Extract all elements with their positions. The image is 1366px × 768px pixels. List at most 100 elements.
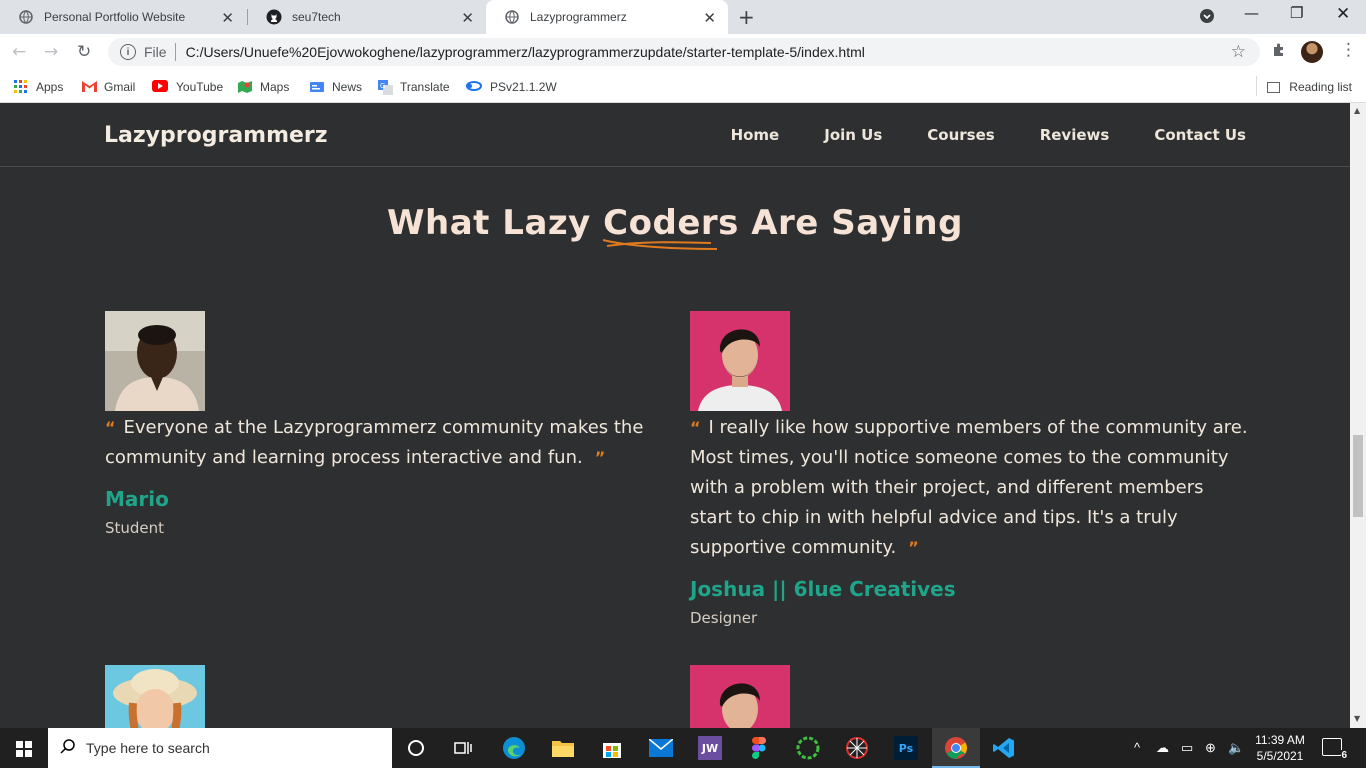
address-bar[interactable]: i File C:/Users/Unuefe%20Ejovwokoghene/l… bbox=[108, 38, 1260, 66]
scheme-label: File bbox=[144, 44, 167, 60]
tray-expand-icon[interactable]: ^ bbox=[1134, 740, 1140, 755]
site-navbar: Lazyprogrammerz Home Join Us Courses Rev… bbox=[0, 103, 1350, 167]
open-quote-icon: “ bbox=[105, 418, 116, 437]
bookmark-label: Translate bbox=[400, 80, 450, 94]
heading-emphasis: Coders bbox=[602, 203, 739, 250]
network-app-icon[interactable] bbox=[845, 736, 869, 760]
file-explorer-icon[interactable] bbox=[551, 736, 575, 760]
bookmark-label: YouTube bbox=[176, 80, 224, 94]
reading-list-icon bbox=[1267, 81, 1281, 93]
tab-lazyprogrammerz[interactable]: Lazyprogrammerz ✕ bbox=[486, 0, 728, 34]
progress-app-icon[interactable] bbox=[796, 736, 820, 760]
testimonial-quote: “Everyone at the Lazyprogrammerz communi… bbox=[105, 413, 665, 473]
nav-links: Home Join Us Courses Reviews Contact Us bbox=[731, 126, 1246, 144]
nav-courses[interactable]: Courses bbox=[927, 126, 994, 144]
cortana-icon[interactable] bbox=[404, 736, 428, 760]
close-tab-icon[interactable]: ✕ bbox=[461, 9, 474, 27]
tab-search-icon[interactable] bbox=[1199, 8, 1215, 28]
reload-icon[interactable]: ↻ bbox=[77, 42, 91, 62]
mail-icon[interactable] bbox=[649, 736, 673, 760]
close-window-icon[interactable]: ✕ bbox=[1336, 4, 1350, 24]
forward-icon[interactable]: → bbox=[44, 42, 58, 62]
bookmark-ps[interactable]: PSv21.1.2W bbox=[466, 77, 557, 97]
bookmark-label: Maps bbox=[260, 80, 290, 94]
reviewer-name: Joshua || 6lue Creatives bbox=[690, 577, 956, 601]
onedrive-icon[interactable]: ☁ bbox=[1156, 740, 1169, 756]
bookmark-apps[interactable]: Apps bbox=[14, 77, 63, 97]
edge-icon[interactable] bbox=[502, 736, 526, 760]
quote-text: Everyone at the Lazyprogrammerz communit… bbox=[105, 417, 644, 468]
bookmark-news[interactable]: News bbox=[310, 77, 362, 97]
photoshop-icon[interactable]: Ps bbox=[894, 736, 918, 760]
tab-title: Lazyprogrammerz bbox=[530, 10, 627, 24]
avatar bbox=[105, 311, 205, 411]
bookmark-label: Gmail bbox=[104, 80, 136, 94]
bookmark-label: Apps bbox=[36, 80, 64, 94]
reviewer-name: Mario bbox=[105, 487, 169, 511]
scroll-down-icon[interactable]: ▼ bbox=[1354, 714, 1360, 723]
browser-toolbar: ← → ↻ i File C:/Users/Unuefe%20Ejovwokog… bbox=[0, 34, 1366, 71]
battery-icon[interactable]: ▭ bbox=[1181, 740, 1193, 756]
windows-start-icon[interactable] bbox=[16, 741, 32, 757]
bookmark-label: News bbox=[332, 80, 363, 94]
scribble-underline bbox=[602, 239, 718, 250]
taskbar-search[interactable]: Type here to search bbox=[48, 728, 392, 768]
system-clock[interactable]: 11:39 AM 5/5/2021 bbox=[1250, 732, 1310, 764]
open-quote-icon: “ bbox=[690, 418, 701, 437]
bookmark-maps[interactable]: Maps bbox=[238, 77, 289, 97]
bookmark-star-icon[interactable]: ☆ bbox=[1231, 42, 1246, 62]
store-icon[interactable] bbox=[600, 736, 624, 760]
avatar bbox=[690, 311, 790, 411]
youtube-icon bbox=[152, 80, 168, 94]
tab-portfolio[interactable]: Personal Portfolio Website ✕ bbox=[0, 0, 246, 34]
tab-title: seu7tech bbox=[292, 10, 341, 24]
nav-contact-us[interactable]: Contact Us bbox=[1154, 126, 1246, 144]
ps-icon bbox=[466, 80, 482, 94]
reviewer-role: Designer bbox=[690, 609, 758, 627]
volume-icon[interactable]: 🔈 bbox=[1228, 740, 1244, 756]
bookmark-translate[interactable]: G Translate bbox=[378, 77, 450, 97]
nav-join-us[interactable]: Join Us bbox=[824, 126, 882, 144]
gmail-icon bbox=[82, 80, 97, 94]
restore-icon[interactable]: ❐ bbox=[1290, 4, 1303, 22]
testimonial-card: “I really like how supportive members of… bbox=[690, 311, 1250, 627]
vscode-icon[interactable] bbox=[992, 736, 1016, 760]
minimize-icon[interactable]: — bbox=[1244, 4, 1259, 22]
close-quote-icon: ” bbox=[908, 538, 919, 557]
jw-library-icon[interactable]: JW bbox=[698, 736, 722, 760]
url-text[interactable]: C:/Users/Unuefe%20Ejovwokoghene/lazyprog… bbox=[186, 44, 865, 60]
new-tab-icon[interactable]: + bbox=[738, 5, 755, 29]
bookmark-gmail[interactable]: Gmail bbox=[82, 77, 135, 97]
bookmark-youtube[interactable]: YouTube bbox=[152, 77, 223, 97]
search-icon bbox=[60, 738, 76, 759]
reading-list-button[interactable]: Reading list bbox=[1267, 77, 1352, 97]
close-tab-icon[interactable]: ✕ bbox=[221, 9, 234, 27]
back-icon[interactable]: ← bbox=[12, 42, 26, 62]
site-brand[interactable]: Lazyprogrammerz bbox=[104, 123, 328, 148]
tab-title: Personal Portfolio Website bbox=[44, 10, 186, 24]
reading-list-label: Reading list bbox=[1289, 80, 1352, 94]
page-scrollbar[interactable]: ▲ ▼ bbox=[1350, 103, 1366, 728]
more-menu-icon[interactable]: ⋮ bbox=[1340, 40, 1357, 60]
scroll-up-icon[interactable]: ▲ bbox=[1354, 106, 1360, 115]
tab-strip: Personal Portfolio Website ✕ seu7tech ✕ … bbox=[0, 0, 1366, 34]
notification-center-icon[interactable]: 6 bbox=[1322, 738, 1347, 761]
figma-icon[interactable] bbox=[747, 736, 771, 760]
language-icon[interactable]: ⊕ bbox=[1205, 740, 1216, 756]
bookmark-label: PSv21.1.2W bbox=[490, 80, 557, 94]
apps-grid-icon bbox=[14, 80, 28, 94]
profile-avatar[interactable] bbox=[1301, 41, 1323, 63]
nav-home[interactable]: Home bbox=[731, 126, 780, 144]
bookmarks-bar: Apps Gmail YouTube Maps News G Translate… bbox=[0, 71, 1366, 103]
close-tab-icon[interactable]: ✕ bbox=[703, 9, 716, 27]
scrollbar-thumb[interactable] bbox=[1353, 435, 1363, 517]
task-view-icon[interactable] bbox=[452, 736, 476, 760]
clock-date: 5/5/2021 bbox=[1256, 749, 1304, 763]
close-quote-icon: ” bbox=[594, 448, 606, 467]
chrome-icon[interactable] bbox=[944, 736, 968, 760]
tab-seu7tech[interactable]: seu7tech ✕ bbox=[248, 0, 486, 34]
maps-icon bbox=[238, 80, 252, 94]
extensions-icon[interactable] bbox=[1271, 42, 1287, 62]
info-icon[interactable]: i bbox=[120, 44, 136, 60]
nav-reviews[interactable]: Reviews bbox=[1040, 126, 1110, 144]
